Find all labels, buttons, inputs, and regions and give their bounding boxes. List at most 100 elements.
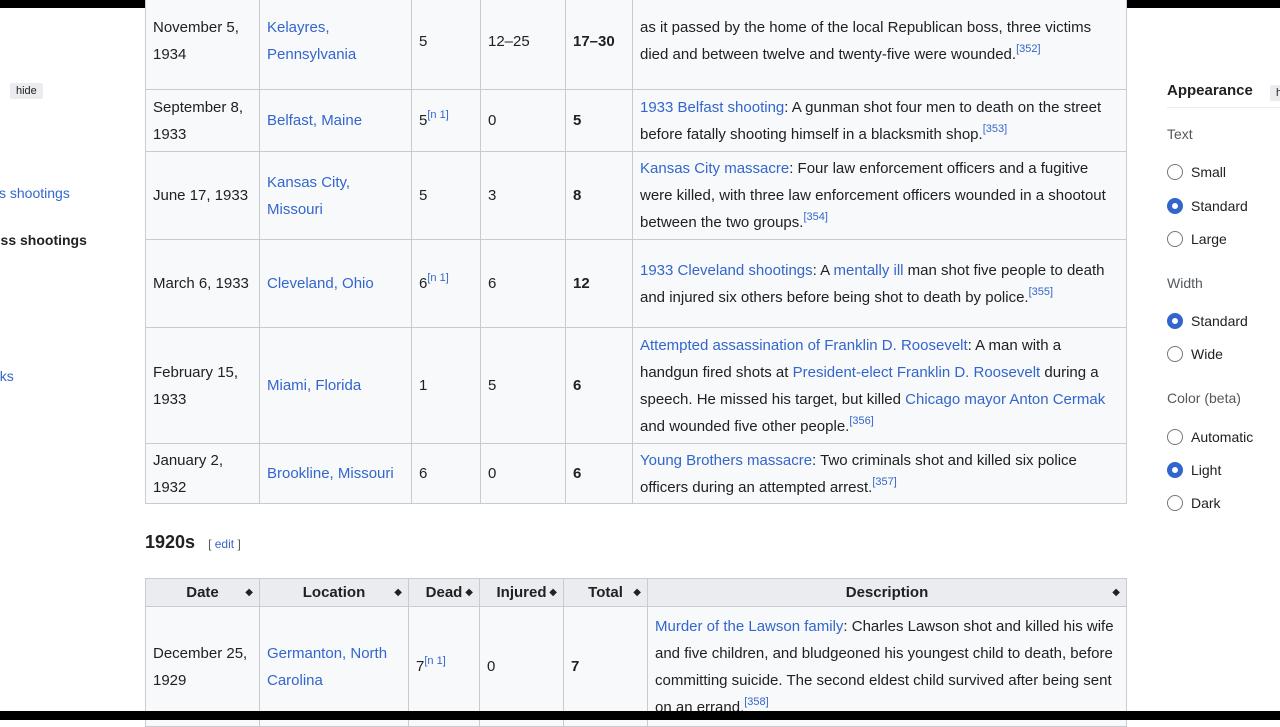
column-header-dead[interactable]: Dead ◆ bbox=[408, 578, 480, 607]
sort-icon[interactable]: ◆ bbox=[1112, 579, 1120, 606]
table-row: February 15, 1933 Miami, Florida 1 5 6 Attemp… bbox=[145, 327, 1127, 444]
citation-reference[interactable]: [356] bbox=[849, 415, 873, 427]
location-link[interactable]: Kelayres, Pennsylvania bbox=[267, 19, 356, 63]
radio-text-large[interactable]: Large bbox=[1167, 231, 1227, 247]
description-link[interactable]: mentally ill bbox=[833, 262, 903, 279]
description-link[interactable]: Kansas City massacre bbox=[640, 160, 789, 177]
description-text: as it passed by the home of the local Re… bbox=[640, 19, 1092, 63]
toc-item[interactable]: ss shootings bbox=[0, 185, 70, 201]
radio-width-wide[interactable]: Wide bbox=[1167, 346, 1223, 362]
column-header-location[interactable]: Location ◆ bbox=[259, 578, 409, 607]
column-header-total[interactable]: Total ◆ bbox=[563, 578, 648, 607]
cell-description: Murder of the Lawson family: Charles Law… bbox=[647, 606, 1127, 727]
radio-circle[interactable] bbox=[1167, 164, 1183, 180]
total-value: 6 bbox=[573, 465, 582, 482]
date-text: March 6, 1933 bbox=[153, 275, 249, 292]
description-link[interactable]: Chicago mayor Anton Cermak bbox=[905, 391, 1105, 408]
date-text: January 2, 1932 bbox=[153, 451, 224, 496]
radio-circle[interactable] bbox=[1167, 429, 1183, 445]
location-link[interactable]: Brookline, Missouri bbox=[267, 465, 394, 482]
note-reference[interactable]: [n 1] bbox=[427, 109, 448, 121]
toc-item[interactable]: nks bbox=[0, 368, 14, 384]
cell-injured: 0 bbox=[480, 443, 566, 504]
column-header-injured[interactable]: Injured ◆ bbox=[479, 578, 564, 607]
note-reference[interactable]: [n 1] bbox=[424, 655, 445, 667]
table-row: January 2, 1932 Brookline, Missouri 6 0 6 You… bbox=[145, 443, 1127, 504]
injured-value: 12–25 bbox=[488, 32, 530, 50]
description-link[interactable]: Young Brothers massacre bbox=[640, 452, 812, 469]
description-link[interactable]: Attempted assassination of Franklin D. R… bbox=[640, 337, 968, 354]
description-link[interactable]: Murder of the Lawson family bbox=[655, 618, 843, 635]
table-row: November 5, 1934 Kelayres, Pennsylvania 5 1… bbox=[145, 0, 1127, 90]
column-header-description[interactable]: Description ◆ bbox=[647, 578, 1127, 607]
citation-reference[interactable]: [358] bbox=[744, 696, 768, 708]
description-link[interactable]: President-elect Franklin D. Roosevelt bbox=[793, 364, 1041, 381]
radio-color-light[interactable]: Light bbox=[1167, 462, 1221, 478]
location-link[interactable]: Miami, Florida bbox=[267, 377, 361, 394]
radio-circle[interactable] bbox=[1167, 231, 1183, 247]
sort-icon[interactable]: ◆ bbox=[465, 579, 473, 606]
header-label: Location bbox=[302, 584, 366, 601]
citation-reference[interactable]: [353] bbox=[983, 123, 1007, 135]
radio-circle-checked[interactable] bbox=[1167, 313, 1183, 329]
total-value: 17–30 bbox=[573, 32, 615, 50]
citation-reference[interactable]: [354] bbox=[803, 211, 827, 223]
table-1920s: Date ◆ Location ◆ Dead ◆ Injured ◆ Total ◆ De… bbox=[145, 578, 1127, 727]
cell-date: March 6, 1933 bbox=[145, 239, 260, 328]
sort-icon[interactable]: ◆ bbox=[549, 579, 557, 606]
text-size-label: Text bbox=[1167, 126, 1193, 142]
toc-hide-button[interactable]: hide bbox=[10, 83, 43, 99]
cell-total: 6 bbox=[565, 327, 633, 444]
radio-label: Standard bbox=[1191, 198, 1248, 214]
sort-icon[interactable]: ◆ bbox=[394, 579, 402, 606]
radio-color-dark[interactable]: Dark bbox=[1167, 495, 1221, 511]
radio-color-automatic[interactable]: Automatic bbox=[1167, 429, 1253, 445]
sort-icon[interactable]: ◆ bbox=[633, 579, 641, 606]
injured-value: 3 bbox=[488, 187, 497, 204]
cell-injured: 3 bbox=[480, 151, 566, 240]
appearance-hide-button[interactable]: hide bbox=[1270, 85, 1280, 101]
cell-description: 1933 Cleveland shootings: A mentally ill… bbox=[632, 239, 1127, 328]
table-row: December 25, 1929 Germanton, North Caroli… bbox=[145, 606, 1127, 727]
cell-description: Kansas City massacre: Four law enforceme… bbox=[632, 151, 1127, 240]
date-text: June 17, 1933 bbox=[153, 187, 249, 204]
citation-reference[interactable]: [352] bbox=[1016, 43, 1040, 55]
appearance-panel: Appearance hide Text Small Standard Larg… bbox=[1167, 82, 1280, 511]
radio-width-standard[interactable]: Standard bbox=[1167, 313, 1248, 329]
description-link[interactable]: 1933 Cleveland shootings bbox=[640, 262, 813, 279]
cell-date: September 8, 1933 bbox=[145, 89, 260, 152]
citation-reference[interactable]: [357] bbox=[872, 476, 896, 488]
radio-text-standard[interactable]: Standard bbox=[1167, 198, 1248, 214]
dead-value: 5 bbox=[419, 32, 428, 50]
table-header-row: Date ◆ Location ◆ Dead ◆ Injured ◆ Total ◆ De… bbox=[145, 578, 1127, 607]
cell-description: Attempted assassination of Franklin D. R… bbox=[632, 327, 1127, 444]
radio-circle[interactable] bbox=[1167, 346, 1183, 362]
edit-bracket-open: [ bbox=[208, 537, 215, 551]
note-reference[interactable]: [n 1] bbox=[427, 272, 448, 284]
cell-injured: 6 bbox=[480, 239, 566, 328]
cell-date: December 25, 1929 bbox=[145, 606, 260, 727]
appearance-title: Appearance bbox=[1167, 82, 1253, 99]
section-edit-wrapper: [ edit ] bbox=[208, 537, 241, 551]
radio-circle-checked[interactable] bbox=[1167, 198, 1183, 214]
radio-label: Light bbox=[1191, 462, 1222, 478]
radio-text-small[interactable]: Small bbox=[1167, 164, 1226, 180]
radio-circle-checked[interactable] bbox=[1167, 462, 1183, 478]
date-text: November 5, 1934 bbox=[153, 19, 239, 63]
header-label: Dead bbox=[425, 584, 463, 601]
citation-reference[interactable]: [355] bbox=[1029, 286, 1053, 298]
date-text: February 15, 1933 bbox=[153, 363, 239, 408]
toc-item-current[interactable]: uss shootings bbox=[0, 232, 87, 248]
cell-dead: 1 bbox=[411, 327, 481, 444]
column-header-date[interactable]: Date ◆ bbox=[145, 578, 260, 607]
location-link[interactable]: Cleveland, Ohio bbox=[267, 275, 374, 292]
location-link[interactable]: Belfast, Maine bbox=[267, 112, 362, 129]
radio-circle[interactable] bbox=[1167, 495, 1183, 511]
sort-icon[interactable]: ◆ bbox=[245, 579, 253, 606]
edit-section-link[interactable]: edit bbox=[215, 537, 234, 551]
location-link[interactable]: Germanton, North Carolina bbox=[267, 645, 387, 689]
location-link[interactable]: Kansas City, Missouri bbox=[267, 174, 350, 218]
description-link[interactable]: 1933 Belfast shooting bbox=[640, 99, 784, 116]
cell-dead: 6 bbox=[411, 443, 481, 504]
cell-date: February 15, 1933 bbox=[145, 327, 260, 444]
